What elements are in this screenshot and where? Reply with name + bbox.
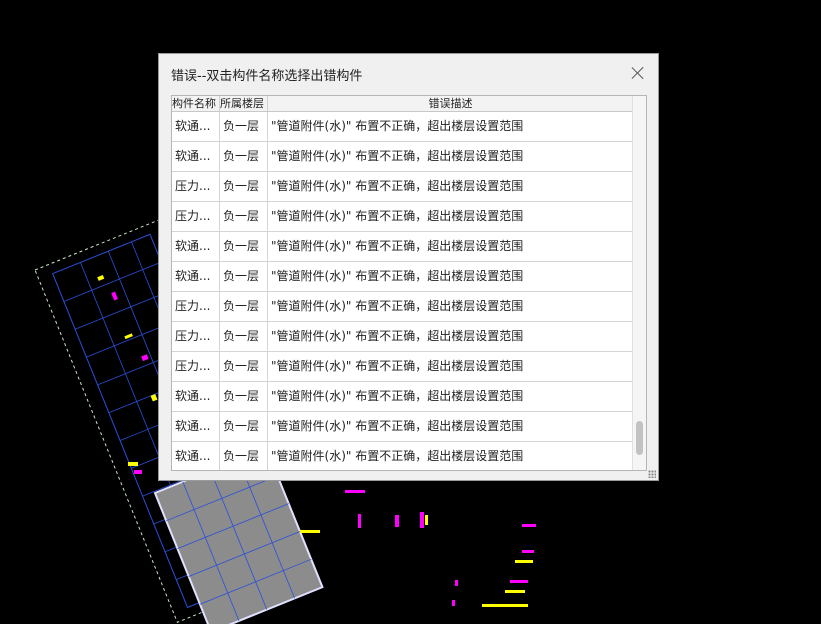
error-table: 构件名称 所属楼层 错误描述 软通... 负一层 "管道附件(水)" 布置不正确，超… [171, 95, 647, 471]
column-header-component-name[interactable]: 构件名称 [172, 96, 220, 111]
scrollbar-thumb[interactable] [636, 421, 643, 455]
error-description-cell: "管道附件(水)" 布置不正确，超出楼层设置范围 [268, 382, 634, 411]
component-name-cell[interactable]: 软通... [172, 382, 220, 411]
table-row[interactable]: 软通... 负一层 "管道附件(水)" 布置不正确，超出楼层设置范围 [172, 142, 634, 172]
floor-cell: 负一层 [220, 412, 268, 441]
floor-cell: 负一层 [220, 442, 268, 470]
floor-cell: 负一层 [220, 352, 268, 381]
floor-cell: 负一层 [220, 262, 268, 291]
error-description-cell: "管道附件(水)" 布置不正确，超出楼层设置范围 [268, 412, 634, 441]
component-name-cell[interactable]: 压力... [172, 292, 220, 321]
floor-cell: 负一层 [220, 232, 268, 261]
error-description-cell: "管道附件(水)" 布置不正确，超出楼层设置范围 [268, 112, 634, 141]
vertical-scrollbar[interactable] [632, 96, 646, 470]
error-description-cell: "管道附件(水)" 布置不正确，超出楼层设置范围 [268, 352, 634, 381]
dialog-titlebar[interactable]: 错误--双击构件名称选择出错构件 [159, 54, 658, 92]
component-name-cell[interactable]: 压力... [172, 352, 220, 381]
table-row[interactable]: 压力... 负一层 "管道附件(水)" 布置不正确，超出楼层设置范围 [172, 172, 634, 202]
component-name-cell[interactable]: 压力... [172, 172, 220, 201]
floor-cell: 负一层 [220, 172, 268, 201]
floor-cell: 负一层 [220, 382, 268, 411]
component-name-cell[interactable]: 软通... [172, 262, 220, 291]
table-row[interactable]: 压力... 负一层 "管道附件(水)" 布置不正确，超出楼层设置范围 [172, 322, 634, 352]
table-row[interactable]: 软通... 负一层 "管道附件(水)" 布置不正确，超出楼层设置范围 [172, 262, 634, 292]
table-row[interactable]: 软通... 负一层 "管道附件(水)" 布置不正确，超出楼层设置范围 [172, 232, 634, 262]
table-row[interactable]: 压力... 负一层 "管道附件(水)" 布置不正确，超出楼层设置范围 [172, 292, 634, 322]
floor-cell: 负一层 [220, 292, 268, 321]
error-description-cell: "管道附件(水)" 布置不正确，超出楼层设置范围 [268, 142, 634, 171]
error-description-cell: "管道附件(水)" 布置不正确，超出楼层设置范围 [268, 172, 634, 201]
table-row[interactable]: 软通... 负一层 "管道附件(水)" 布置不正确，超出楼层设置范围 [172, 442, 634, 470]
component-name-cell[interactable]: 软通... [172, 232, 220, 261]
component-name-cell[interactable]: 压力... [172, 322, 220, 351]
table-row[interactable]: 压力... 负一层 "管道附件(水)" 布置不正确，超出楼层设置范围 [172, 352, 634, 382]
component-name-cell[interactable]: 压力... [172, 202, 220, 231]
floor-cell: 负一层 [220, 202, 268, 231]
component-name-cell[interactable]: 软通... [172, 442, 220, 470]
close-icon[interactable] [628, 63, 648, 83]
table-header: 构件名称 所属楼层 错误描述 [172, 96, 634, 112]
component-name-cell[interactable]: 软通... [172, 142, 220, 171]
column-header-error-description[interactable]: 错误描述 [268, 96, 634, 111]
table-row[interactable]: 软通... 负一层 "管道附件(水)" 布置不正确，超出楼层设置范围 [172, 412, 634, 442]
component-name-cell[interactable]: 软通... [172, 112, 220, 141]
error-description-cell: "管道附件(水)" 布置不正确，超出楼层设置范围 [268, 292, 634, 321]
floor-cell: 负一层 [220, 142, 268, 171]
error-description-cell: "管道附件(水)" 布置不正确，超出楼层设置范围 [268, 232, 634, 261]
component-name-cell[interactable]: 软通... [172, 412, 220, 441]
error-description-cell: "管道附件(水)" 布置不正确，超出楼层设置范围 [268, 262, 634, 291]
dialog-title: 错误--双击构件名称选择出错构件 [171, 69, 363, 84]
resize-grip-icon[interactable] [648, 470, 656, 478]
floor-cell: 负一层 [220, 112, 268, 141]
table-row[interactable]: 软通... 负一层 "管道附件(水)" 布置不正确，超出楼层设置范围 [172, 112, 634, 142]
table-row[interactable]: 压力... 负一层 "管道附件(水)" 布置不正确，超出楼层设置范围 [172, 202, 634, 232]
table-body: 软通... 负一层 "管道附件(水)" 布置不正确，超出楼层设置范围 软通... 负一层… [172, 112, 634, 470]
table-row[interactable]: 软通... 负一层 "管道附件(水)" 布置不正确，超出楼层设置范围 [172, 382, 634, 412]
column-header-floor[interactable]: 所属楼层 [220, 96, 268, 111]
error-dialog: 错误--双击构件名称选择出错构件 构件名称 所属楼层 错误描述 软通... 负一层… [158, 53, 659, 481]
floor-cell: 负一层 [220, 322, 268, 351]
error-description-cell: "管道附件(水)" 布置不正确，超出楼层设置范围 [268, 202, 634, 231]
error-description-cell: "管道附件(水)" 布置不正确，超出楼层设置范围 [268, 322, 634, 351]
error-description-cell: "管道附件(水)" 布置不正确，超出楼层设置范围 [268, 442, 634, 470]
